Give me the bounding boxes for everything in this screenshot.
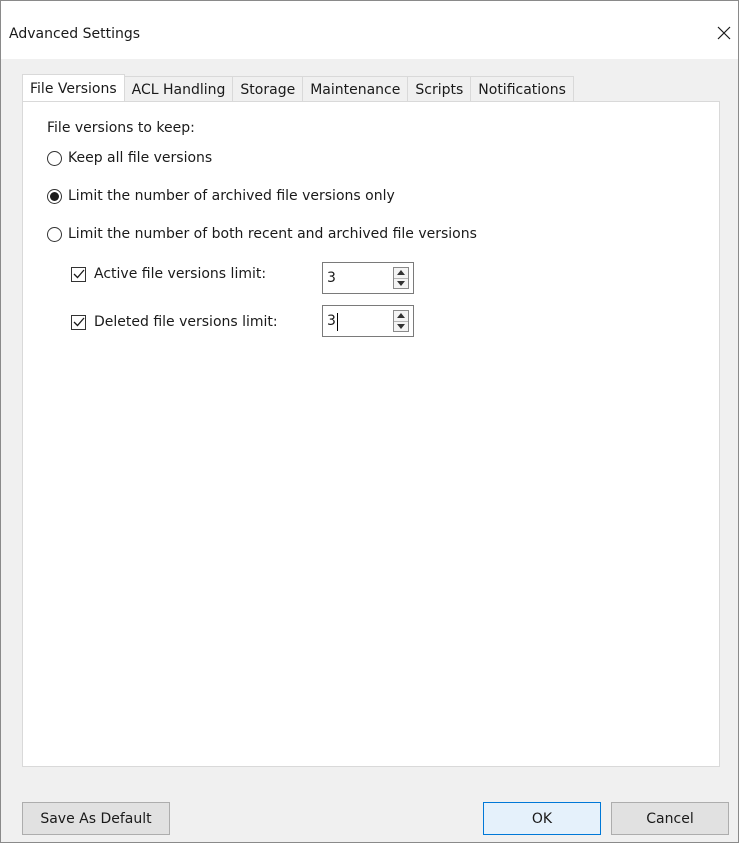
radio-button[interactable] bbox=[47, 150, 62, 166]
tab-maintenance[interactable]: Maintenance bbox=[302, 76, 409, 102]
radio-keep-all-versions[interactable]: Keep all file versions bbox=[47, 150, 212, 166]
text-cursor bbox=[337, 313, 338, 331]
cancel-button[interactable]: Cancel bbox=[611, 802, 729, 835]
arrow-up-icon bbox=[397, 270, 405, 276]
deleted-limit-label: Deleted file versions limit: bbox=[94, 314, 278, 330]
ok-button[interactable]: OK bbox=[483, 802, 601, 835]
advanced-settings-dialog: Advanced Settings File Versions ACL Hand… bbox=[0, 0, 739, 843]
tab-acl-handling[interactable]: ACL Handling bbox=[123, 76, 234, 102]
tab-storage[interactable]: Storage bbox=[232, 76, 304, 102]
dialog-title: Advanced Settings bbox=[9, 26, 141, 42]
checkmark-icon bbox=[73, 269, 84, 279]
radio-limit-recent-and-archived[interactable]: Limit the number of both recent and arch… bbox=[47, 226, 477, 242]
spin-down-button[interactable] bbox=[394, 320, 408, 332]
deleted-limit-checkbox-row[interactable]: Deleted file versions limit: bbox=[71, 314, 278, 330]
tab-file-versions[interactable]: File Versions bbox=[22, 74, 125, 101]
active-limit-label: Active file versions limit: bbox=[94, 266, 267, 282]
checkmark-icon bbox=[73, 317, 84, 327]
arrow-up-icon bbox=[397, 313, 405, 319]
file-versions-panel: File versions to keep: Keep all file ver… bbox=[22, 101, 720, 767]
close-button[interactable] bbox=[712, 21, 736, 45]
active-limit-checkbox[interactable] bbox=[71, 266, 86, 282]
active-limit-input[interactable] bbox=[323, 263, 383, 293]
active-limit-checkbox-row[interactable]: Active file versions limit: bbox=[71, 266, 266, 282]
radio-label: Keep all file versions bbox=[68, 150, 213, 166]
tab-strip: File Versions ACL Handling Storage Maint… bbox=[22, 74, 574, 102]
radio-label: Limit the number of archived file versio… bbox=[68, 188, 395, 204]
active-limit-stepper[interactable] bbox=[322, 262, 414, 294]
deleted-limit-checkbox[interactable] bbox=[71, 314, 86, 330]
spin-up-button[interactable] bbox=[394, 311, 408, 321]
tab-notifications[interactable]: Notifications bbox=[470, 76, 574, 102]
radio-button-selected[interactable] bbox=[47, 188, 62, 204]
title-bar: Advanced Settings bbox=[1, 1, 738, 59]
radio-label: Limit the number of both recent and arch… bbox=[68, 226, 477, 242]
deleted-limit-input[interactable] bbox=[323, 306, 383, 336]
arrow-down-icon bbox=[397, 280, 405, 286]
radio-button[interactable] bbox=[47, 226, 62, 242]
spin-up-button[interactable] bbox=[394, 268, 408, 278]
spin-down-button[interactable] bbox=[394, 277, 408, 289]
close-icon bbox=[717, 26, 731, 40]
file-versions-group-label: File versions to keep: bbox=[47, 120, 195, 136]
radio-limit-archived-only[interactable]: Limit the number of archived file versio… bbox=[47, 188, 395, 204]
save-as-default-button[interactable]: Save As Default bbox=[22, 802, 170, 835]
active-limit-spin-buttons bbox=[393, 267, 409, 289]
arrow-down-icon bbox=[397, 323, 405, 329]
deleted-limit-spin-buttons bbox=[393, 310, 409, 332]
deleted-limit-stepper[interactable] bbox=[322, 305, 414, 337]
tab-scripts[interactable]: Scripts bbox=[407, 76, 472, 102]
